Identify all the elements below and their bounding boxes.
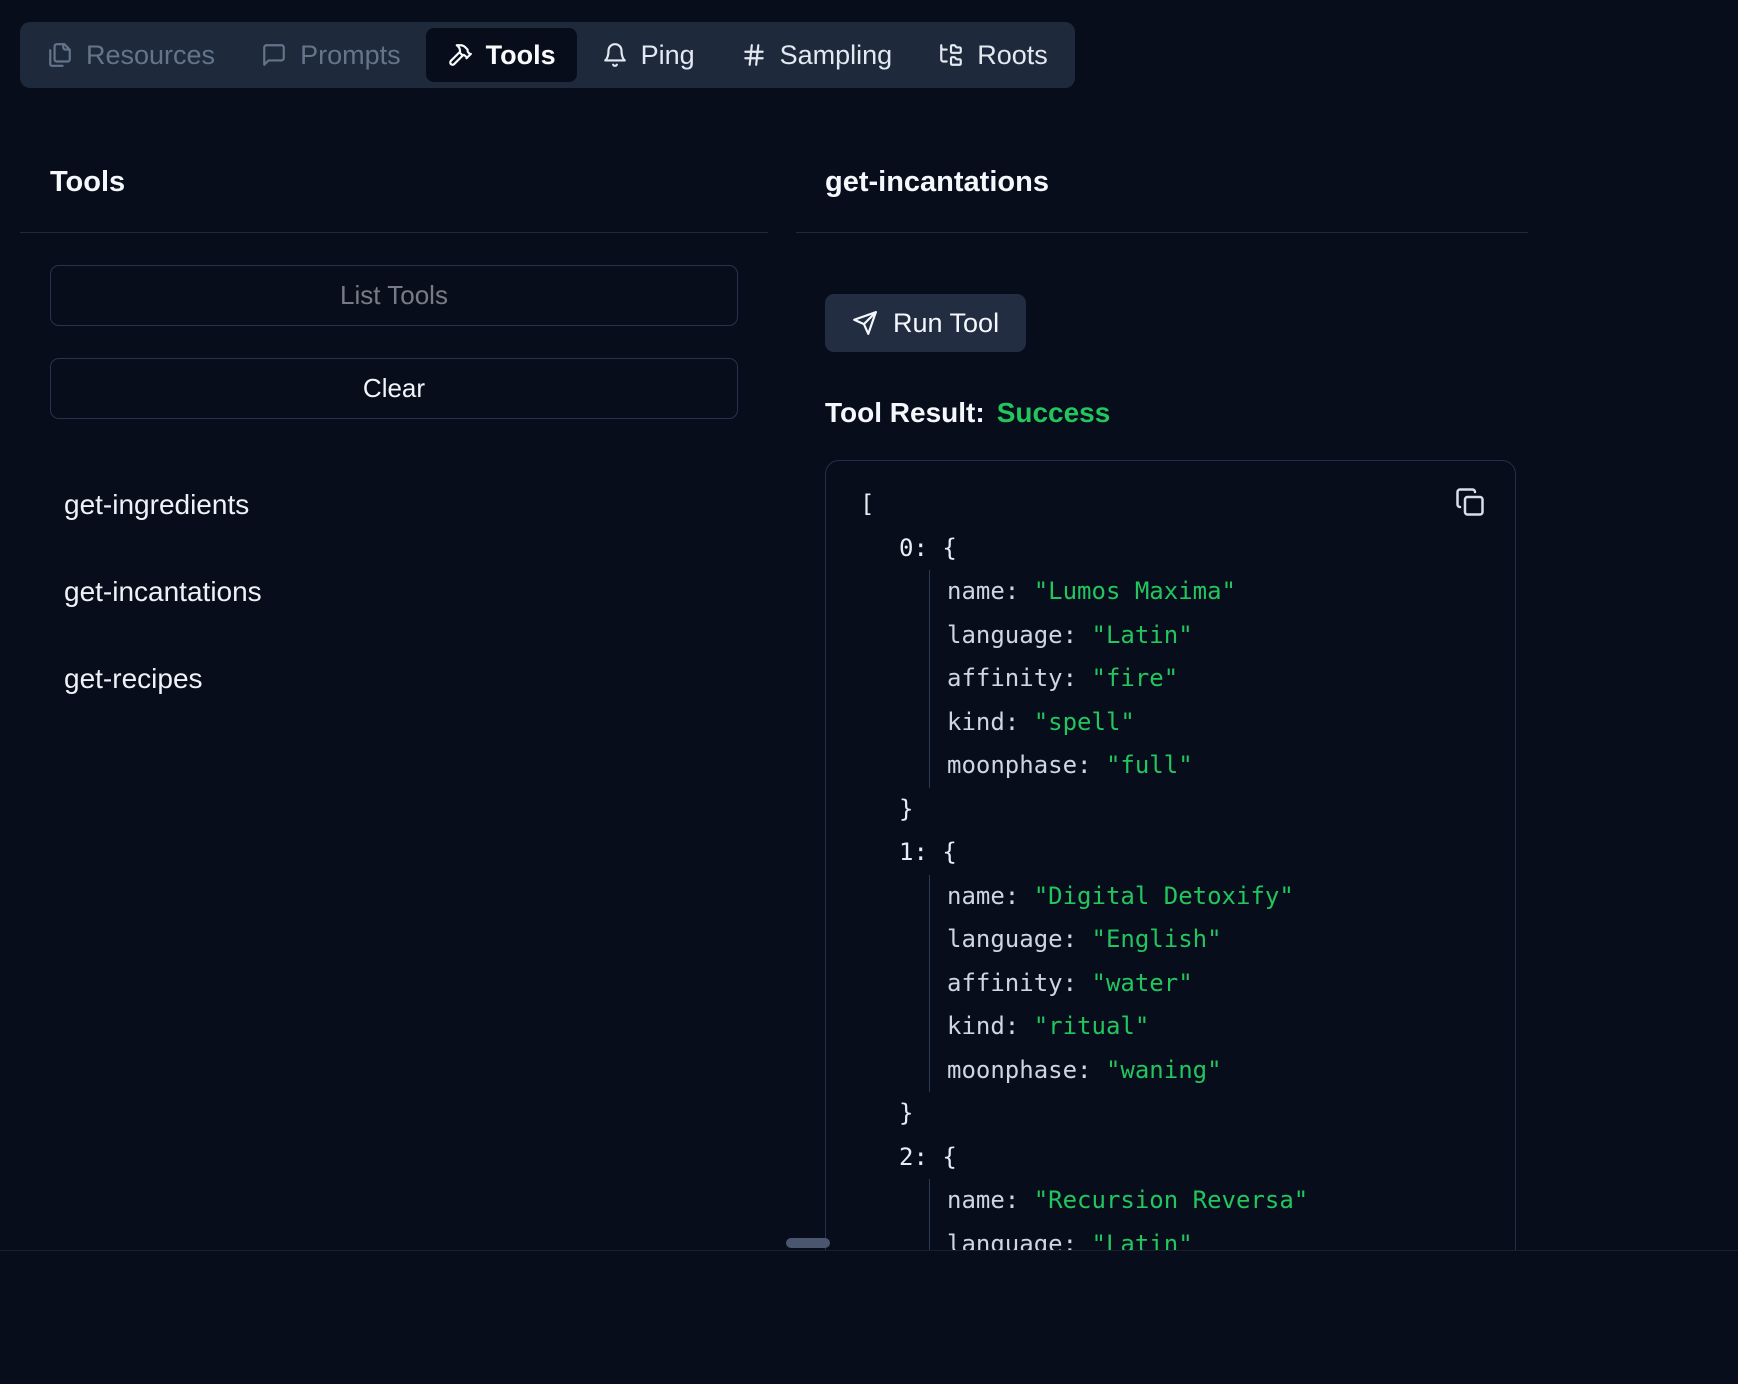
run-tool-label: Run Tool bbox=[893, 308, 999, 339]
json-line: moonphase: "full" bbox=[947, 744, 1481, 788]
json-line: } bbox=[899, 1092, 1481, 1136]
tools-panel: Tools List Tools Clear get-ingredients g… bbox=[20, 140, 768, 748]
main-content: Resources Prompts Tools Ping bbox=[0, 0, 1738, 1250]
json-tree: [0: {name: "Lumos Maxima"language: "Lati… bbox=[860, 483, 1481, 1250]
json-line: language: "Latin" bbox=[947, 614, 1481, 658]
tool-detail-panel: get-incantations Run Tool Tool Result: Su… bbox=[796, 140, 1528, 1250]
tool-result-label: Tool Result: bbox=[825, 397, 985, 428]
json-object-props: name: "Digital Detoxify"language: "Engli… bbox=[929, 875, 1481, 1093]
json-string-value: "water" bbox=[1092, 969, 1193, 997]
clear-button[interactable]: Clear bbox=[50, 358, 738, 419]
selected-tool-title: get-incantations bbox=[825, 166, 1528, 199]
divider bbox=[20, 232, 768, 233]
tab-roots[interactable]: Roots bbox=[917, 28, 1069, 82]
run-tool-button[interactable]: Run Tool bbox=[825, 294, 1026, 352]
bell-icon bbox=[602, 42, 628, 68]
json-array-item: 2: {name: "Recursion Reversa"language: "… bbox=[899, 1136, 1481, 1251]
tool-list-item-get-recipes[interactable]: get-recipes bbox=[64, 661, 203, 696]
json-object-props: name: "Lumos Maxima"language: "Latin"aff… bbox=[929, 570, 1481, 788]
json-array-item: 1: {name: "Digital Detoxify"language: "E… bbox=[899, 831, 1481, 1136]
tab-label: Tools bbox=[486, 40, 556, 71]
mcp-inspector-window: Resources Prompts Tools Ping bbox=[0, 0, 1738, 1384]
tab-prompts[interactable]: Prompts bbox=[240, 28, 422, 82]
json-line: moonphase: "waning" bbox=[947, 1049, 1481, 1093]
tab-label: Resources bbox=[86, 40, 215, 71]
json-line: affinity: "fire" bbox=[947, 657, 1481, 701]
json-string-value: "Digital Detoxify" bbox=[1034, 882, 1294, 910]
json-line: name: "Recursion Reversa" bbox=[947, 1179, 1481, 1223]
json-line: } bbox=[899, 788, 1481, 832]
json-string-value: "spell" bbox=[1034, 708, 1135, 736]
json-string-value: "full" bbox=[1106, 751, 1193, 779]
json-line: 2: { bbox=[899, 1136, 1481, 1180]
json-string-value: "Latin" bbox=[1092, 621, 1193, 649]
files-icon bbox=[47, 42, 73, 68]
json-line: 1: { bbox=[899, 831, 1481, 875]
json-string-value: "Lumos Maxima" bbox=[1034, 577, 1236, 605]
json-line: language: "English" bbox=[947, 918, 1481, 962]
tools-panel-title: Tools bbox=[50, 166, 768, 199]
tab-label: Ping bbox=[641, 40, 695, 71]
tool-list-item-get-incantations[interactable]: get-incantations bbox=[64, 574, 262, 609]
tab-sampling[interactable]: Sampling bbox=[720, 28, 914, 82]
json-string-value: "English" bbox=[1092, 925, 1222, 953]
history-drawer-handle[interactable] bbox=[786, 1238, 830, 1248]
json-string-value: "ritual" bbox=[1034, 1012, 1150, 1040]
json-line: kind: "spell" bbox=[947, 701, 1481, 745]
hash-icon bbox=[741, 42, 767, 68]
bottom-panel-divider bbox=[0, 1250, 1738, 1251]
tool-list-item-get-ingredients[interactable]: get-ingredients bbox=[64, 487, 249, 522]
message-square-icon bbox=[261, 42, 287, 68]
send-icon bbox=[852, 310, 878, 336]
tab-label: Prompts bbox=[300, 40, 401, 71]
json-string-value: "Latin" bbox=[1092, 1230, 1193, 1251]
json-array-item: 0: {name: "Lumos Maxima"language: "Latin… bbox=[899, 527, 1481, 832]
json-line: language: "Latin" bbox=[947, 1223, 1481, 1251]
tab-label: Roots bbox=[977, 40, 1048, 71]
result-status: Success bbox=[997, 397, 1111, 428]
tab-ping[interactable]: Ping bbox=[581, 28, 716, 82]
copy-button[interactable] bbox=[1455, 487, 1485, 517]
json-line: name: "Lumos Maxima" bbox=[947, 570, 1481, 614]
json-line: affinity: "water" bbox=[947, 962, 1481, 1006]
list-tools-button[interactable]: List Tools bbox=[50, 265, 738, 326]
divider bbox=[796, 232, 1528, 233]
tab-label: Sampling bbox=[780, 40, 893, 71]
folder-tree-icon bbox=[938, 42, 964, 68]
json-line: 0: { bbox=[899, 527, 1481, 571]
tool-list: get-ingredients get-incantations get-rec… bbox=[64, 487, 768, 696]
copy-icon bbox=[1455, 487, 1485, 517]
json-line: [ bbox=[860, 483, 1481, 527]
json-string-value: "Recursion Reversa" bbox=[1034, 1186, 1309, 1214]
tool-result-line: Tool Result: Success bbox=[825, 396, 1528, 430]
json-string-value: "fire" bbox=[1092, 664, 1179, 692]
json-line: kind: "ritual" bbox=[947, 1005, 1481, 1049]
tab-resources[interactable]: Resources bbox=[26, 28, 236, 82]
main-tabs: Resources Prompts Tools Ping bbox=[20, 22, 1075, 88]
json-object-props: name: "Recursion Reversa"language: "Lati… bbox=[929, 1179, 1481, 1250]
tab-tools[interactable]: Tools bbox=[426, 28, 577, 82]
json-string-value: "waning" bbox=[1106, 1056, 1222, 1084]
tool-result-json-panel: [0: {name: "Lumos Maxima"language: "Lati… bbox=[825, 460, 1516, 1250]
json-line: name: "Digital Detoxify" bbox=[947, 875, 1481, 919]
hammer-icon bbox=[447, 42, 473, 68]
